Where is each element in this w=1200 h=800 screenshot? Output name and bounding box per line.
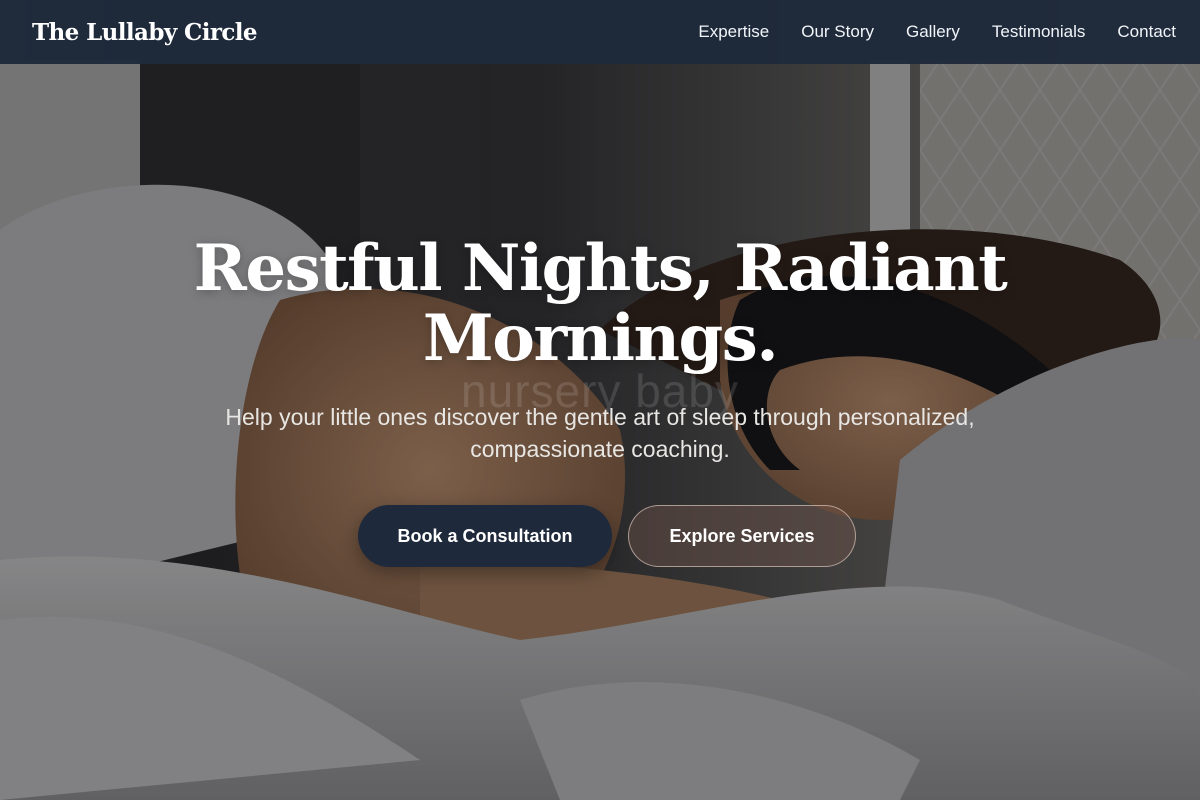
hero-title: Restful Nights, Radiant Mornings. xyxy=(150,234,1050,374)
hero-section: nursery baby Restful Nights, Radiant Mor… xyxy=(0,64,1200,800)
hero-title-line-2: Mornings. xyxy=(422,301,779,376)
book-consultation-button[interactable]: Book a Consultation xyxy=(358,505,612,567)
hero-subtitle: Help your little ones discover the gentl… xyxy=(170,401,1030,465)
nav-link-gallery[interactable]: Gallery xyxy=(906,22,960,42)
nav-links: Expertise Our Story Gallery Testimonials… xyxy=(698,22,1176,42)
nav-link-contact[interactable]: Contact xyxy=(1117,22,1176,42)
explore-services-button[interactable]: Explore Services xyxy=(628,505,856,567)
hero-subtitle-line-2: compassionate coaching. xyxy=(470,436,730,462)
page: The Lullaby Circle Expertise Our Story G… xyxy=(0,0,1200,800)
hero-cta-group: Book a Consultation Explore Services xyxy=(0,505,1200,567)
hero-title-line-1: Restful Nights, Radiant xyxy=(193,231,1008,306)
hero-subtitle-line-1: Help your little ones discover the gentl… xyxy=(225,404,975,430)
nav-link-expertise[interactable]: Expertise xyxy=(698,22,769,42)
nav-link-our-story[interactable]: Our Story xyxy=(801,22,874,42)
top-navbar: The Lullaby Circle Expertise Our Story G… xyxy=(0,0,1200,64)
nav-link-testimonials[interactable]: Testimonials xyxy=(992,22,1086,42)
brand-logo[interactable]: The Lullaby Circle xyxy=(32,19,258,46)
